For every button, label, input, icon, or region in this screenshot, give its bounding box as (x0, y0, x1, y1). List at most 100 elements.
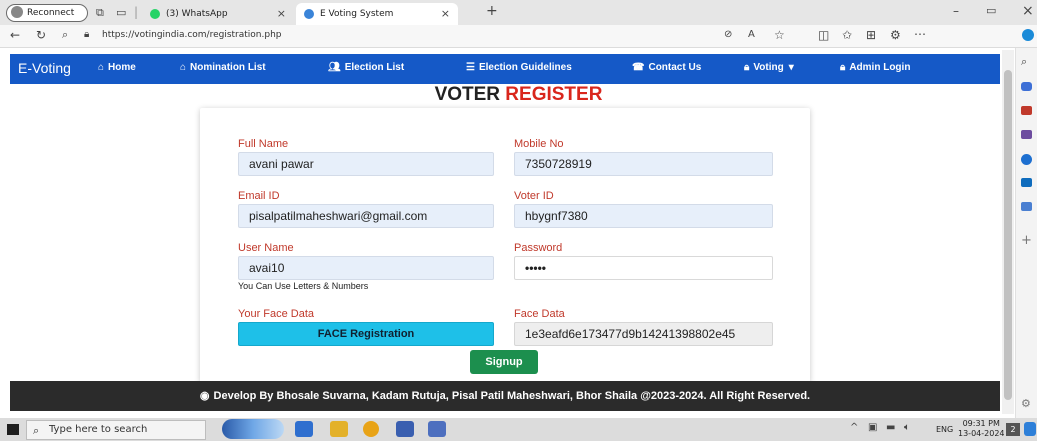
brand-logo[interactable]: E-Voting (18, 60, 71, 76)
drop-icon[interactable] (1021, 202, 1032, 211)
battery-icon[interactable]: ▬ (886, 423, 895, 433)
read-aloud-icon[interactable]: A (748, 30, 755, 40)
new-tab-icon[interactable]: + (486, 4, 498, 18)
nav-guidelines-label: Election Guidelines (478, 62, 572, 73)
full-name-input[interactable]: avani pawar (238, 152, 494, 176)
nav-nomination-list[interactable]: ⌂ Nomination List (180, 62, 266, 73)
site-footer: ◉ Develop By Bhosale Suvarna, Kadam Rutuj… (10, 381, 1000, 411)
outlook-taskbar-icon[interactable] (396, 421, 414, 437)
username-input[interactable]: avai10 (238, 256, 494, 280)
face-data-input[interactable]: 1e3eafd6e173477d9b14241398802e45 (514, 322, 773, 346)
lock-icon: 🔒︎ (744, 62, 750, 73)
site-navbar: E-Voting ⌂ Home ⌂ Nomination List 👥︎ Electi… (10, 54, 1000, 84)
taskbar-search[interactable]: ⌕ Type here to search (26, 420, 206, 440)
windows-icon[interactable] (7, 424, 19, 435)
copilot-taskbar-icon[interactable] (1024, 422, 1036, 436)
chrome-icon[interactable] (363, 421, 379, 437)
clock-time: 09:31 PM (962, 419, 1000, 428)
face-label: Your Face Data (238, 308, 315, 320)
email-input[interactable]: pisalpatilmaheshwari@gmail.com (238, 204, 494, 228)
favorites-bar-icon[interactable]: ✩ (842, 29, 852, 41)
volume-icon[interactable]: 🔈︎ (904, 423, 910, 433)
password-input[interactable]: ••••• (514, 256, 773, 280)
tracking-icon[interactable]: ⊘ (724, 30, 732, 40)
split-screen-icon[interactable]: ◫ (818, 29, 829, 41)
tab-evoting[interactable]: E Voting System × (296, 3, 458, 25)
tab-whatsapp-label: (3) WhatsApp (166, 9, 228, 19)
gear-icon[interactable]: ⚙ (1021, 398, 1031, 409)
browser-tab-bar: Reconnect ⧉ ▭ | (3) WhatsApp × E Voting … (0, 0, 1037, 25)
more-options-icon[interactable]: ⋯ (914, 28, 926, 40)
close-icon[interactable]: × (277, 3, 286, 25)
reconnect-button[interactable]: Reconnect (6, 4, 88, 22)
phone-icon: ☎ (632, 62, 645, 73)
minimize-icon[interactable]: – (953, 5, 959, 17)
title-main: VOTER (434, 84, 501, 105)
mobile-input[interactable]: 7350728919 (514, 152, 773, 176)
weather-widget[interactable] (222, 419, 284, 439)
nav-contact-label: Contact Us (648, 62, 702, 73)
shopping-icon[interactable] (1021, 82, 1032, 91)
outlook-icon[interactable] (1021, 178, 1032, 187)
edge-sidebar: ⌕ + ⚙ (1015, 48, 1037, 418)
list-icon: ☰ (466, 62, 475, 73)
tab-evoting-label: E Voting System (320, 9, 394, 19)
language-indicator[interactable]: ENG (936, 425, 953, 434)
footer-text: Develop By Bhosale Suvarna, Kadam Rutuja… (213, 390, 811, 402)
email-label: Email ID (238, 190, 280, 202)
search-icon[interactable]: ⌕ (62, 29, 68, 40)
username-label: User Name (238, 242, 294, 254)
search-icon[interactable]: ⌕ (1021, 56, 1027, 67)
close-window-icon[interactable]: × (1022, 4, 1034, 18)
edge-taskbar-icon[interactable] (295, 421, 313, 437)
add-icon[interactable]: + (1021, 234, 1032, 247)
globe-icon: ◉ (199, 390, 210, 402)
collections-icon[interactable]: ⊞ (866, 29, 876, 41)
favorite-icon[interactable]: ☆ (774, 29, 785, 41)
refresh-icon[interactable]: ↻ (36, 29, 46, 41)
signup-button[interactable]: Signup (470, 350, 538, 374)
home-icon: ⌂ (98, 62, 105, 73)
nav-home-label: Home (108, 62, 136, 73)
mobile-label: Mobile No (514, 138, 564, 150)
teams-icon[interactable] (428, 421, 446, 437)
nav-voting-dropdown[interactable]: 🔒︎ Voting ▾ (744, 62, 794, 73)
face-registration-button[interactable]: FACE Registration (238, 322, 494, 346)
voter-id-input[interactable]: hbygnf7380 (514, 204, 773, 228)
tab-separator: | (134, 5, 139, 19)
copilot-icon[interactable] (1022, 29, 1034, 41)
nav-admin-label: Admin Login (849, 62, 911, 73)
chevron-down-icon: ▾ (788, 62, 794, 73)
address-bar: ← ↻ ⌕ 🔒︎ https://votingindia.com/registr… (0, 25, 1037, 48)
tab-actions-icon[interactable]: ⧉ (96, 7, 104, 18)
url-field[interactable]: https://votingindia.com/registration.php (102, 30, 282, 40)
tab-whatsapp[interactable]: (3) WhatsApp × (142, 3, 294, 25)
nav-admin-login[interactable]: 🔒︎ Admin Login (840, 62, 910, 73)
edge-icon (304, 9, 314, 19)
nav-voting-label: Voting (753, 62, 784, 73)
close-icon[interactable]: × (441, 3, 450, 25)
lock-icon: 🔒︎ (84, 29, 90, 40)
nav-election-guidelines[interactable]: ☰ Election Guidelines (466, 62, 572, 73)
taskbar-clock[interactable]: 09:31 PM 13-04-2024 (958, 419, 1005, 439)
home-icon: ⌂ (180, 62, 187, 73)
full-name-label: Full Name (238, 138, 289, 150)
restore-icon[interactable]: ▭ (986, 5, 996, 16)
scrollbar-thumb[interactable] (1004, 70, 1012, 400)
tools-icon[interactable] (1021, 106, 1032, 115)
nav-contact-us[interactable]: ☎ Contact Us (632, 62, 701, 73)
clock-date: 13-04-2024 (958, 429, 1005, 438)
chevron-up-icon[interactable]: ^ (850, 423, 858, 433)
nav-election-list[interactable]: 👥︎ Election List (328, 62, 404, 73)
games-icon[interactable] (1021, 130, 1032, 139)
users-icon: 👥︎ (328, 62, 341, 73)
file-explorer-icon[interactable] (330, 421, 348, 437)
person-icon (11, 6, 23, 18)
back-icon[interactable]: ← (10, 29, 20, 41)
nav-home[interactable]: ⌂ Home (98, 62, 136, 73)
extensions-icon[interactable]: ⚙ (890, 29, 901, 41)
tab-list-icon[interactable]: ▭ (116, 7, 126, 18)
office-icon[interactable] (1021, 154, 1032, 165)
network-icon[interactable]: ▣ (868, 423, 877, 433)
notification-badge[interactable]: 2 (1006, 423, 1020, 436)
